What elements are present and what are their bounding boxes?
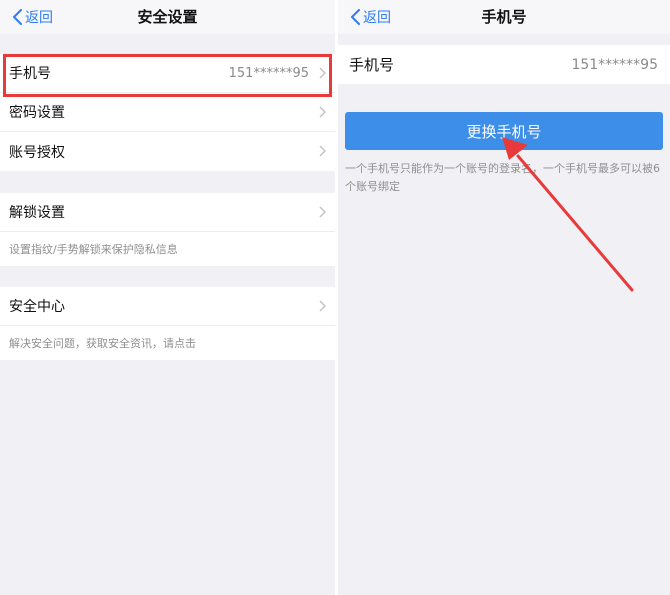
page-title: 手机号 xyxy=(481,8,527,26)
chevron-right-icon xyxy=(319,206,326,218)
navigation-bar: 返回 手机号 xyxy=(338,0,670,34)
chevron-right-icon xyxy=(319,300,326,312)
password-settings-row[interactable]: 密码设置 xyxy=(0,93,335,132)
phone-number-display: 手机号 151******95 xyxy=(338,45,670,84)
page-title: 安全设置 xyxy=(137,8,198,26)
account-authorization-row[interactable]: 账号授权 xyxy=(0,132,335,171)
highlight-box xyxy=(3,54,332,97)
phone-number-screen: 返回 手机号 手机号 151******95 更换手机号 一个手机号只能作为一个… xyxy=(338,0,670,595)
row-label: 安全中心 xyxy=(9,299,65,315)
security-settings-screen: 返回 安全设置 手机号 151******95 密码设置 账号授权 解锁设置 设… xyxy=(0,0,335,595)
security-center-row[interactable]: 安全中心 xyxy=(0,287,335,326)
security-center-group: 安全中心 解决安全问题，获取安全资讯，请点击 xyxy=(0,287,335,360)
navigation-bar: 返回 安全设置 xyxy=(0,0,335,34)
phone-number-value: 151******95 xyxy=(571,56,658,73)
unlock-group: 解锁设置 设置指纹/手势解锁来保护隐私信息 xyxy=(0,193,335,266)
phone-label: 手机号 xyxy=(349,56,395,74)
chevron-right-icon xyxy=(319,106,326,118)
chevron-right-icon xyxy=(319,145,326,157)
row-label: 账号授权 xyxy=(9,144,65,161)
security-center-description: 解决安全问题，获取安全资讯，请点击 xyxy=(9,337,196,350)
unlock-description: 设置指纹/手势解锁来保护隐私信息 xyxy=(9,243,178,256)
row-label: 密码设置 xyxy=(9,105,65,121)
unlock-settings-row[interactable]: 解锁设置 xyxy=(0,193,335,232)
change-phone-number-button[interactable]: 更换手机号 xyxy=(345,112,663,150)
row-label: 解锁设置 xyxy=(9,205,65,221)
phone-binding-note: 一个手机号只能作为一个账号的登录名，一个手机号最多可以被6个账号绑定 xyxy=(345,162,660,193)
